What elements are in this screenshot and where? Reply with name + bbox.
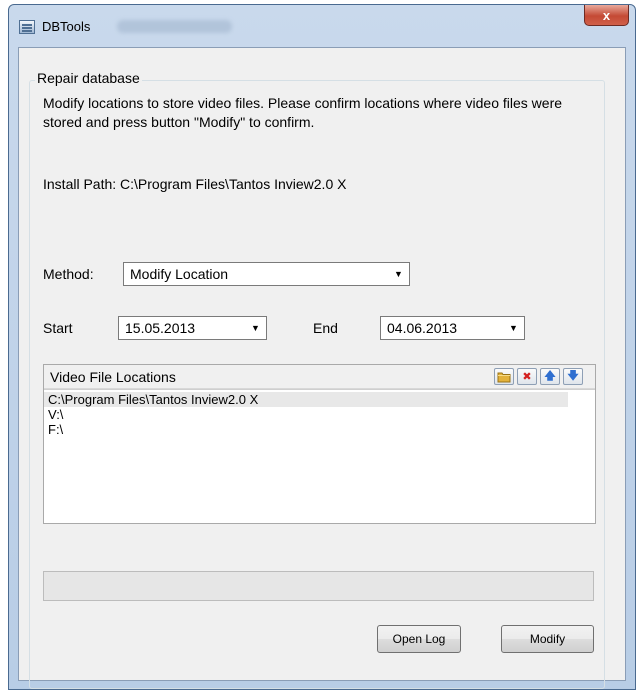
arrow-up-icon: 🡅 [544, 370, 556, 382]
folder-add-icon [497, 372, 511, 382]
arrow-down-icon: 🡇 [567, 370, 579, 382]
dialog-client-area: Repair database Modify locations to stor… [18, 47, 626, 689]
method-select[interactable]: Modify Location ▼ [123, 262, 410, 286]
start-date-picker[interactable]: 15.05.2013 ▼ [118, 316, 267, 340]
group-title: Repair database [35, 70, 142, 86]
delete-location-button[interactable]: ✖ [517, 368, 537, 385]
chevron-down-icon[interactable]: ▼ [247, 319, 264, 337]
dbtools-window: DBTools x Repair database Modify locatio… [8, 4, 636, 690]
blurred-title-area [117, 20, 232, 33]
add-folder-button[interactable] [494, 368, 514, 385]
database-tool-icon [19, 20, 35, 34]
modify-button[interactable]: Modify [501, 625, 594, 653]
chevron-down-icon[interactable]: ▼ [390, 265, 407, 283]
list-item[interactable]: F:\ [44, 422, 568, 437]
list-item[interactable]: V:\ [44, 407, 568, 422]
description-text: Modify locations to store video files. P… [43, 95, 563, 130]
chevron-down-icon[interactable]: ▼ [505, 319, 522, 337]
move-down-button[interactable]: 🡇 [563, 368, 583, 385]
delete-icon: ✖ [522, 371, 532, 383]
start-label: Start [43, 320, 73, 336]
progress-bar [43, 571, 594, 601]
video-locations-panel: Video File Locations ✖ 🡅 🡇 C:\Program Fi… [43, 364, 596, 524]
locations-title: Video File Locations [50, 369, 176, 385]
locations-header: Video File Locations ✖ 🡅 🡇 [44, 365, 595, 389]
end-date-value: 04.06.2013 [387, 320, 458, 336]
move-up-button[interactable]: 🡅 [540, 368, 560, 385]
method-value: Modify Location [130, 266, 229, 282]
end-date-picker[interactable]: 04.06.2013 ▼ [380, 316, 525, 340]
install-path-text: Install Path: C:\Program Files\Tantos In… [43, 176, 347, 192]
start-date-value: 15.05.2013 [125, 320, 196, 336]
open-log-button[interactable]: Open Log [377, 625, 461, 653]
locations-list[interactable]: C:\Program Files\Tantos Inview2.0 X V:\ … [44, 389, 595, 523]
method-label: Method: [43, 266, 94, 282]
window-title: DBTools [42, 19, 91, 34]
close-icon: x [602, 7, 611, 23]
end-label: End [313, 320, 338, 336]
title-bar[interactable]: DBTools x [9, 5, 635, 47]
close-button[interactable]: x [584, 5, 629, 26]
list-item[interactable]: C:\Program Files\Tantos Inview2.0 X [44, 392, 568, 407]
